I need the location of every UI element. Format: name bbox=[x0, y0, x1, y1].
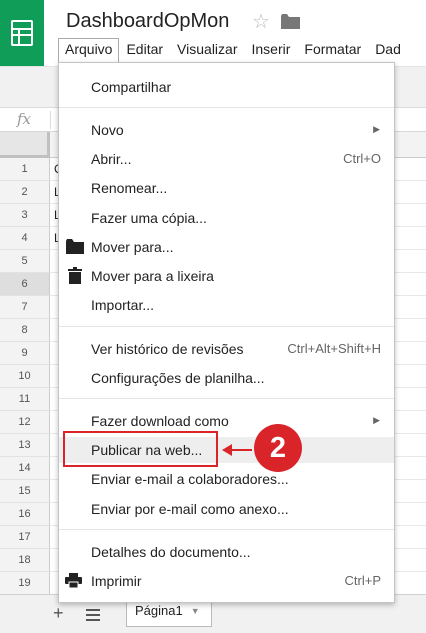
menu-item-label: Mover para a lixeira bbox=[91, 268, 214, 284]
menu-divider bbox=[59, 529, 394, 530]
annotation-step-badge: 2 bbox=[254, 424, 302, 472]
menu-item-mover-para[interactable]: Mover para... bbox=[59, 234, 394, 260]
menu-item-label: Compartilhar bbox=[91, 79, 172, 95]
row-header[interactable]: 13 bbox=[0, 434, 50, 457]
fx-icon: fx bbox=[17, 110, 32, 128]
menu-divider bbox=[59, 326, 394, 327]
row-header[interactable]: 19 bbox=[0, 572, 50, 595]
row-header[interactable]: 15 bbox=[0, 480, 50, 503]
menu-item-label: Imprimir bbox=[91, 573, 142, 589]
row-header[interactable]: 5 bbox=[0, 250, 50, 273]
trash-icon bbox=[68, 267, 82, 287]
row-header[interactable]: 3 bbox=[0, 204, 50, 227]
row-header[interactable]: 8 bbox=[0, 319, 50, 342]
row-header[interactable]: 7 bbox=[0, 296, 50, 319]
sheets-logo-icon[interactable] bbox=[0, 0, 44, 66]
menu-item-abrir[interactable]: Abrir... Ctrl+O bbox=[59, 146, 394, 172]
folder-icon bbox=[66, 239, 84, 257]
menu-visualizar[interactable]: Visualizar bbox=[170, 38, 244, 62]
annotation-highlight-box bbox=[63, 431, 218, 467]
row-headers: 1 2 3 4 5 6 7 8 9 10 11 12 13 14 15 16 1… bbox=[0, 158, 50, 595]
row-header[interactable]: 17 bbox=[0, 526, 50, 549]
annotation-arrow-line bbox=[224, 449, 252, 451]
sheet-tab-label: Página1 bbox=[135, 603, 183, 618]
menu-item-importar[interactable]: Importar... bbox=[59, 292, 394, 318]
menu-item-fazer-copia[interactable]: Fazer uma cópia... bbox=[59, 205, 394, 231]
menu-item-historico-revisoes[interactable]: Ver histórico de revisões Ctrl+Alt+Shift… bbox=[59, 336, 394, 362]
menu-item-label: Ver histórico de revisões bbox=[91, 341, 244, 357]
menu-item-lixeira[interactable]: Mover para a lixeira bbox=[59, 263, 394, 289]
menu-item-label: Configurações de planilha... bbox=[91, 370, 265, 386]
row-header[interactable]: 11 bbox=[0, 388, 50, 411]
menu-item-renomear[interactable]: Renomear... bbox=[59, 175, 394, 201]
row-header[interactable]: 14 bbox=[0, 457, 50, 480]
file-menu-dropdown: Compartilhar Novo ▶ Abrir... Ctrl+O Reno… bbox=[58, 62, 395, 603]
menu-item-label: Mover para... bbox=[91, 239, 174, 255]
menu-item-compartilhar[interactable]: Compartilhar bbox=[59, 74, 394, 100]
menu-editar[interactable]: Editar bbox=[119, 38, 170, 62]
submenu-arrow-icon: ▶ bbox=[373, 124, 380, 134]
menu-item-label: Fazer download como bbox=[91, 413, 229, 429]
menu-item-email-colaboradores[interactable]: Enviar e-mail a colaboradores... bbox=[59, 466, 394, 492]
formula-divider bbox=[50, 111, 51, 129]
menu-divider bbox=[59, 107, 394, 108]
folder-icon[interactable] bbox=[281, 14, 300, 34]
menu-item-email-anexo[interactable]: Enviar por e-mail como anexo... bbox=[59, 496, 394, 522]
row-header[interactable]: 2 bbox=[0, 181, 50, 204]
menu-item-novo[interactable]: Novo ▶ bbox=[59, 117, 394, 143]
select-all-corner[interactable] bbox=[0, 132, 50, 158]
menu-formatar[interactable]: Formatar bbox=[297, 38, 368, 62]
menu-item-label: Importar... bbox=[91, 297, 155, 313]
menu-item-label: Detalhes do documento... bbox=[91, 544, 251, 560]
all-sheets-icon[interactable] bbox=[86, 608, 100, 626]
submenu-arrow-icon: ▶ bbox=[373, 415, 380, 425]
row-header[interactable]: 16 bbox=[0, 503, 50, 526]
menu-item-imprimir[interactable]: Imprimir Ctrl+P bbox=[59, 568, 394, 594]
row-header[interactable]: 12 bbox=[0, 411, 50, 434]
menu-arquivo[interactable]: Arquivo bbox=[58, 38, 120, 62]
menu-item-label: Novo bbox=[91, 122, 124, 138]
row-header[interactable]: 18 bbox=[0, 549, 50, 572]
menu-item-label: Renomear... bbox=[91, 180, 168, 196]
menu-item-label: Enviar e-mail a colaboradores... bbox=[91, 471, 289, 487]
row-header[interactable]: 10 bbox=[0, 365, 50, 388]
menu-item-label: Fazer uma cópia... bbox=[91, 210, 207, 226]
chevron-down-icon[interactable]: ▼ bbox=[191, 606, 200, 616]
star-icon[interactable]: ☆ bbox=[252, 10, 270, 34]
menu-bar: Arquivo Editar Visualizar Inserir Format… bbox=[58, 38, 408, 62]
menu-item-configuracoes-planilha[interactable]: Configurações de planilha... bbox=[59, 365, 394, 391]
row-header[interactable]: 9 bbox=[0, 342, 50, 365]
menu-item-shortcut: Ctrl+O bbox=[343, 151, 381, 166]
menu-item-shortcut: Ctrl+Alt+Shift+H bbox=[287, 341, 381, 356]
row-header[interactable]: 1 bbox=[0, 158, 50, 181]
menu-divider bbox=[59, 398, 394, 399]
row-header[interactable]: 4 bbox=[0, 227, 50, 250]
printer-icon bbox=[65, 573, 82, 591]
row-header[interactable]: 6 bbox=[0, 273, 50, 296]
document-title[interactable]: DashboardOpMon bbox=[66, 10, 229, 33]
menu-item-label: Enviar por e-mail como anexo... bbox=[91, 501, 289, 517]
add-sheet-button[interactable]: + bbox=[53, 603, 64, 623]
menu-item-label: Abrir... bbox=[91, 151, 132, 167]
menu-item-shortcut: Ctrl+P bbox=[344, 573, 381, 588]
menu-dados[interactable]: Dad bbox=[368, 38, 408, 62]
menu-item-detalhes-documento[interactable]: Detalhes do documento... bbox=[59, 539, 394, 565]
menu-inserir[interactable]: Inserir bbox=[244, 38, 297, 62]
